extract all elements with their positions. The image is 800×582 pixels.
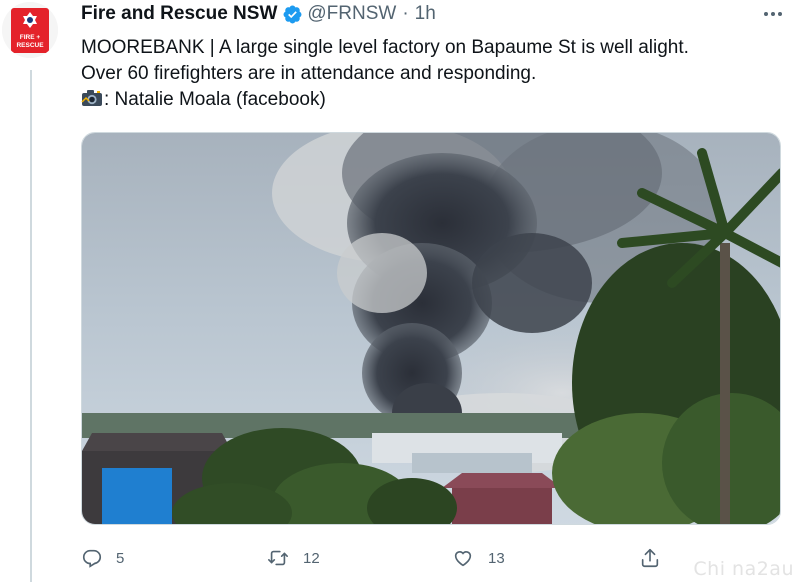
share-button[interactable] <box>639 547 661 569</box>
reply-icon <box>81 547 103 569</box>
photo-credit: : Natalie Moala (facebook) <box>104 89 326 110</box>
more-icon[interactable] <box>764 4 782 24</box>
tweet-photo[interactable] <box>81 132 781 525</box>
frnsw-logo: FIRE + RESCUE <box>2 2 58 58</box>
retweet-button[interactable]: 12 <box>266 547 451 569</box>
author-name[interactable]: Fire and Rescue NSW <box>81 3 277 25</box>
separator-dot: · <box>402 3 409 24</box>
verified-badge-icon <box>282 4 303 25</box>
tweet-header: Fire and Rescue NSW @FRNSW · 1h <box>81 3 781 25</box>
thread-line <box>30 70 32 582</box>
tweet-line-1: MOOREBANK | A large single level factory… <box>81 37 689 58</box>
avatar[interactable]: FIRE + RESCUE <box>2 2 58 58</box>
tweet-line-2: Over 60 firefighters are in attendance a… <box>81 63 537 84</box>
watermark: Chi na2au <box>693 558 794 580</box>
svg-text:FIRE +: FIRE + <box>20 34 41 41</box>
retweet-icon <box>266 547 290 569</box>
camera-icon <box>81 88 103 116</box>
reply-count: 5 <box>116 549 125 567</box>
reply-button[interactable]: 5 <box>81 547 266 569</box>
svg-text:RESCUE: RESCUE <box>16 42 44 49</box>
tweet-text: MOOREBANK | A large single level factory… <box>81 35 781 116</box>
author-handle[interactable]: @FRNSW <box>307 3 396 25</box>
like-button[interactable]: 13 <box>451 547 639 569</box>
tweet-time[interactable]: 1h <box>415 3 436 25</box>
tweet-actions: 5 12 13 <box>81 545 781 571</box>
share-icon <box>639 547 661 569</box>
tweet-line-3: : Natalie Moala (facebook) <box>81 87 781 116</box>
like-count: 13 <box>488 549 505 567</box>
retweet-count: 12 <box>303 549 320 567</box>
fire-smoke-photo <box>82 133 780 524</box>
like-icon <box>451 547 475 569</box>
